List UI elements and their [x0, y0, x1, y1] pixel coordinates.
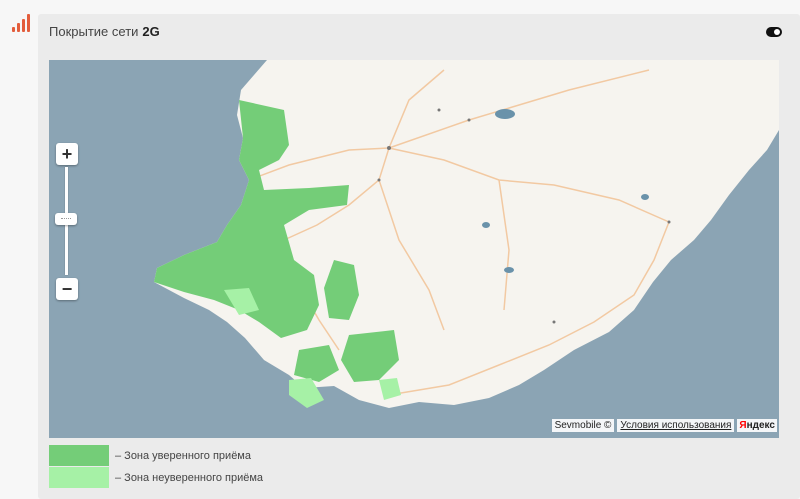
yandex-logo[interactable]: Яндекс: [737, 419, 777, 432]
signal-bars-icon: [12, 14, 34, 32]
legend-item-strong: – Зона уверенного приёма: [49, 445, 251, 466]
terms-of-use-link[interactable]: Условия использования: [617, 419, 735, 432]
zoom-slider-handle[interactable]: [55, 213, 77, 225]
reservoir: [504, 267, 514, 273]
reservoir: [495, 109, 515, 119]
zoom-in-button[interactable]: +: [56, 143, 78, 165]
panel-title-text: Покрытие сети: [49, 24, 139, 39]
toggle-switch-icon[interactable]: [766, 27, 782, 37]
map-attribution: Sevmobile © Условия использования Яндекс: [551, 419, 777, 432]
zoom-out-button[interactable]: −: [56, 278, 78, 300]
panel-title: Покрытие сети 2G: [49, 24, 160, 39]
attribution-owner: Sevmobile ©: [551, 419, 615, 432]
map-canvas[interactable]: [49, 60, 779, 438]
legend-swatch-weak: [49, 467, 109, 488]
coverage-map[interactable]: + − Sevmobile © Условия использования Ян…: [49, 60, 779, 438]
panel-title-tech: 2G: [142, 24, 160, 39]
legend-item-weak: – Зона неуверенного приёма: [49, 467, 263, 488]
legend-swatch-strong: [49, 445, 109, 466]
reservoir: [482, 222, 490, 228]
legend-label-weak: – Зона неуверенного приёма: [115, 471, 264, 484]
legend-label-strong: – Зона уверенного приёма: [115, 449, 251, 462]
reservoir: [641, 194, 649, 200]
